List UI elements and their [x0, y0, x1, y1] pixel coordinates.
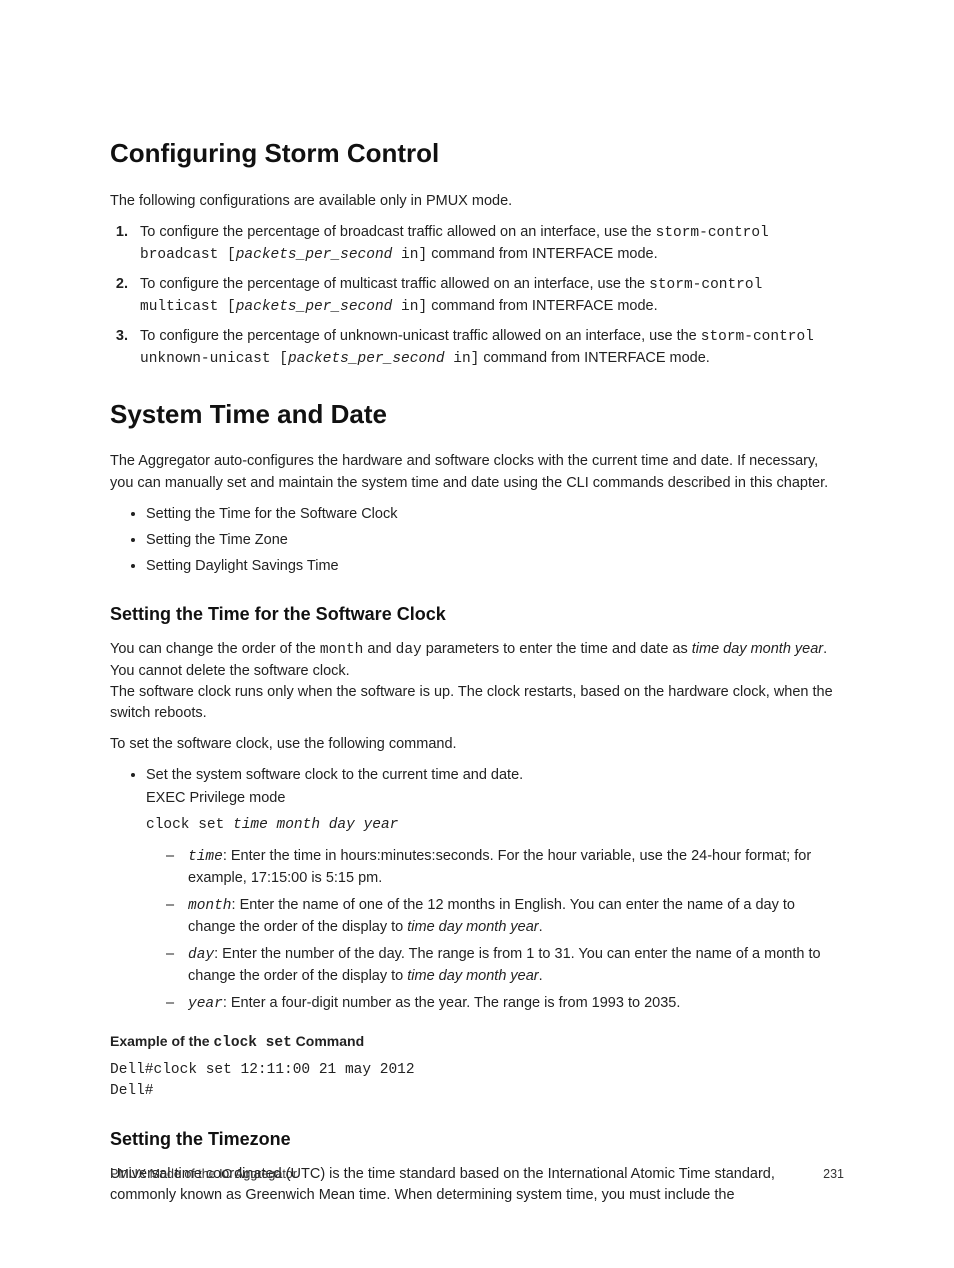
text: in]	[445, 351, 480, 367]
text: parameters to enter the time and date as	[422, 641, 692, 657]
text: Command	[292, 1033, 364, 1049]
code-block: clock set time month day year	[146, 815, 844, 836]
list-item: To configure the percentage of multicast…	[132, 274, 844, 318]
document-page: Configuring Storm Control The following …	[0, 0, 954, 1268]
param-label: day	[188, 947, 214, 963]
body-text: You can change the order of the month an…	[110, 639, 844, 724]
heading-system-time-date: System Time and Date	[110, 396, 844, 434]
text-italic: time day month year	[407, 919, 538, 935]
code-em: packets_per_second	[236, 247, 393, 263]
text: command from INTERFACE mode.	[479, 350, 709, 366]
text: clock set	[146, 817, 233, 833]
code-em: packets_per_second	[288, 351, 445, 367]
list-item: day: Enter the number of the day. The ra…	[166, 944, 844, 987]
body-text: To set the software clock, use the follo…	[110, 734, 844, 755]
text: .	[539, 968, 543, 984]
list-item: To configure the percentage of broadcast…	[132, 222, 844, 266]
text: To configure the percentage of multicast…	[140, 276, 649, 292]
text: in]	[392, 247, 427, 263]
param-label: year	[188, 996, 223, 1012]
param-label: time	[188, 849, 223, 865]
code-inline: day	[396, 642, 422, 658]
list-item: Setting the Time Zone	[146, 530, 844, 551]
heading-configuring-storm-control: Configuring Storm Control	[110, 135, 844, 173]
text: EXEC Privilege mode	[146, 788, 844, 809]
text: The software clock runs only when the so…	[110, 684, 833, 721]
list-item: time: Enter the time in hours:minutes:se…	[166, 846, 844, 889]
text-italic: time day month year	[692, 641, 823, 657]
body-text: The Aggregator auto-configures the hardw…	[110, 451, 844, 493]
param-label: month	[188, 898, 232, 914]
text: : Enter the time in hours:minutes:second…	[188, 848, 811, 886]
code-block-example: Dell#clock set 12:11:00 21 may 2012 Dell…	[110, 1060, 844, 1102]
footer-left: PMUX Mode of the IO Aggregator	[110, 1165, 297, 1183]
list-item: month: Enter the name of one of the 12 m…	[166, 895, 844, 938]
code-inline: clock set	[213, 1035, 291, 1051]
list-item: Setting the Time for the Software Clock	[146, 504, 844, 525]
heading-setting-time-software-clock: Setting the Time for the Software Clock	[110, 601, 844, 627]
text: and	[363, 641, 395, 657]
heading-setting-timezone: Setting the Timezone	[110, 1126, 844, 1152]
dash-list-params: time: Enter the time in hours:minutes:se…	[146, 846, 844, 1015]
text: You can change the order of the	[110, 641, 320, 657]
text: Example of the	[110, 1033, 213, 1049]
ordered-list-storm-control: To configure the percentage of broadcast…	[110, 222, 844, 370]
text-italic: time day month year	[407, 968, 538, 984]
bullet-list-chapter-topics: Setting the Time for the Software Clock …	[110, 504, 844, 577]
list-item: year: Enter a four-digit number as the y…	[166, 993, 844, 1015]
list-item: Setting Daylight Savings Time	[146, 556, 844, 577]
list-item: Set the system software clock to the cur…	[146, 765, 844, 1015]
code-em: time month day year	[233, 817, 398, 833]
text: To configure the percentage of broadcast…	[140, 224, 656, 240]
example-heading: Example of the clock set Command	[110, 1031, 844, 1054]
text: in]	[392, 299, 427, 315]
code-inline: month	[320, 642, 364, 658]
list-item: To configure the percentage of unknown-u…	[132, 326, 844, 370]
body-text: The following configurations are availab…	[110, 191, 844, 212]
text: command from INTERFACE mode.	[427, 246, 657, 262]
bullet-list-clock-set: Set the system software clock to the cur…	[110, 765, 844, 1015]
page-footer: PMUX Mode of the IO Aggregator 231	[110, 1165, 844, 1183]
text: .	[539, 919, 543, 935]
text: Set the system software clock to the cur…	[146, 765, 844, 786]
text: To configure the percentage of unknown-u…	[140, 328, 701, 344]
text: : Enter a four-digit number as the year.…	[223, 995, 681, 1011]
code-em: packets_per_second	[236, 299, 393, 315]
text: command from INTERFACE mode.	[427, 298, 657, 314]
footer-page-number: 231	[823, 1165, 844, 1183]
